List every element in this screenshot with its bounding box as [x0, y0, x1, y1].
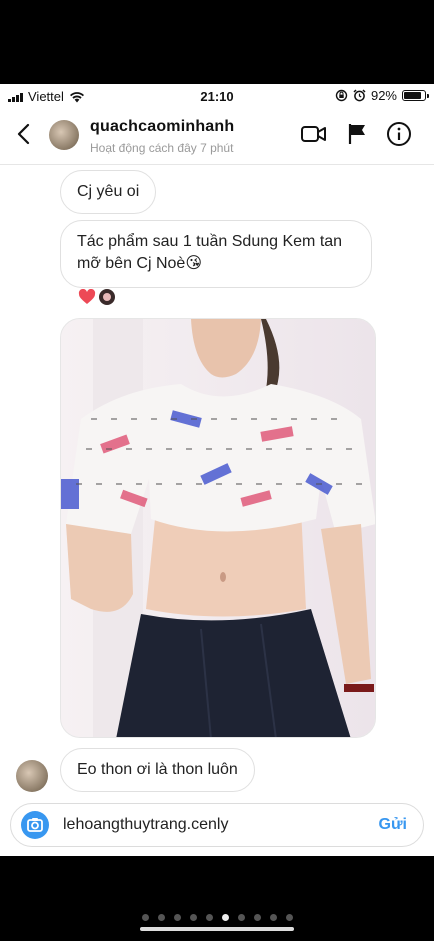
page-dot	[141, 914, 149, 921]
message-text: Cj yêu oi	[77, 183, 140, 200]
battery-icon	[402, 90, 429, 101]
page-dot	[253, 914, 261, 921]
battery-level-fill	[404, 92, 421, 99]
message-text: Eo thon ơi là thon luôn	[77, 761, 238, 778]
page-dot	[189, 914, 197, 921]
alarm-icon	[353, 89, 366, 102]
camera-icon[interactable]	[21, 811, 49, 839]
heart-icon	[78, 289, 96, 304]
message-text: Tác phẩm sau 1 tuần Sdung Kem tan mỡ bên…	[77, 233, 343, 272]
info-icon[interactable]	[386, 121, 412, 147]
orientation-lock-icon	[335, 89, 348, 102]
chat-username[interactable]: quachcaominhanh	[90, 118, 234, 136]
send-button[interactable]: Gửi	[379, 816, 407, 834]
page-dot	[269, 914, 277, 921]
battery-percent: 92%	[370, 88, 397, 103]
page-dot	[173, 914, 181, 921]
status-bar: Viettel 21:10 92%	[0, 84, 434, 108]
message-reactions[interactable]	[78, 289, 115, 305]
avatar[interactable]	[49, 120, 79, 150]
chat-header: quachcaominhanh Hoạt động cách đây 7 phú…	[0, 108, 434, 165]
message-composer[interactable]: lehoangthuytrang.cenly Gửi	[10, 803, 424, 847]
dm-screen: Viettel 21:10 92% quachcaominhanh Hoạt đ…	[0, 84, 434, 856]
page-dot	[285, 914, 293, 921]
message-bubble[interactable]: Cj yêu oi	[60, 170, 157, 214]
status-right: 92%	[335, 88, 429, 103]
flag-icon[interactable]	[346, 122, 368, 146]
message-bubble[interactable]: Eo thon ơi là thon luôn	[60, 748, 255, 792]
page-dot	[221, 914, 229, 921]
page-dot	[157, 914, 165, 921]
page-indicator	[0, 914, 434, 921]
sender-avatar[interactable]	[16, 760, 48, 792]
page-dot	[237, 914, 245, 921]
home-indicator[interactable]	[140, 927, 294, 931]
reactor-avatar	[99, 289, 115, 305]
message-input[interactable]: lehoangthuytrang.cenly	[63, 816, 228, 834]
video-call-icon[interactable]	[300, 122, 328, 146]
photo-image	[61, 319, 375, 737]
page-dot	[205, 914, 213, 921]
photo-message[interactable]	[60, 318, 376, 738]
chevron-left-icon[interactable]	[12, 120, 36, 148]
activity-status: Hoạt động cách đây 7 phút	[90, 141, 234, 155]
message-bubble[interactable]: Tác phẩm sau 1 tuần Sdung Kem tan mỡ bên…	[60, 220, 372, 288]
